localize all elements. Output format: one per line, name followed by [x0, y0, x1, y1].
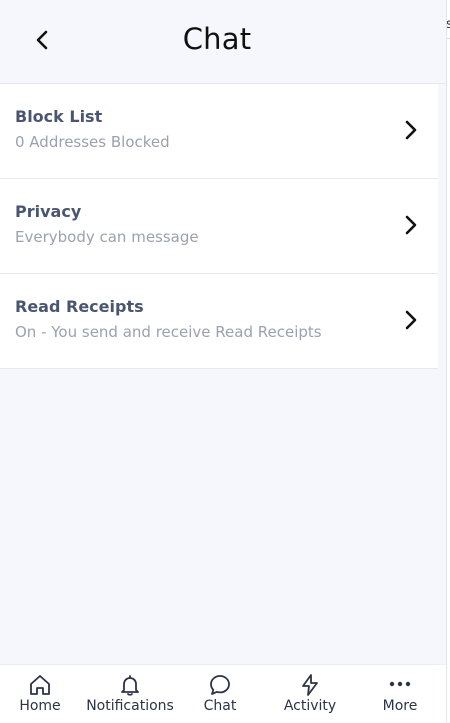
- adjacent-panel-text: s: [447, 17, 450, 32]
- header-bar: Chat: [0, 0, 446, 84]
- nav-chat[interactable]: Chat: [175, 665, 265, 723]
- more-dots-icon: [389, 681, 411, 687]
- read-receipts-subtitle: On - You send and receive Read Receipts: [15, 323, 322, 341]
- lightning-icon: [302, 674, 318, 696]
- nav-more-label: More: [382, 698, 418, 714]
- bottom-navigation: Home Notifications Chat Activity More: [0, 664, 446, 723]
- read-receipts-title: Read Receipts: [15, 297, 144, 316]
- nav-activity[interactable]: Activity: [265, 665, 355, 723]
- chevron-right-icon: [405, 215, 417, 235]
- chevron-right-icon: [405, 310, 417, 330]
- privacy-subtitle: Everybody can message: [15, 228, 199, 246]
- read-receipts-row[interactable]: Read Receipts On - You send and receive …: [0, 274, 438, 369]
- privacy-row[interactable]: Privacy Everybody can message: [0, 179, 438, 274]
- settings-list: Block List 0 Addresses Blocked Privacy E…: [0, 84, 438, 369]
- block-list-subtitle: 0 Addresses Blocked: [15, 133, 170, 151]
- nav-home-label: Home: [19, 698, 61, 714]
- nav-activity-label: Activity: [283, 698, 337, 714]
- block-list-title: Block List: [15, 107, 103, 126]
- privacy-title: Privacy: [15, 202, 82, 221]
- nav-notifications-label: Notifications: [86, 698, 174, 714]
- nav-notifications[interactable]: Notifications: [85, 665, 175, 723]
- block-list-row[interactable]: Block List 0 Addresses Blocked: [0, 84, 438, 179]
- chat-settings-screen: Chat Block List 0 Addresses Blocked Priv…: [0, 0, 446, 723]
- page-title: Chat: [182, 22, 252, 56]
- home-icon: [30, 675, 50, 695]
- chevron-right-icon: [405, 120, 417, 140]
- adjacent-panel-edge: s: [446, 0, 450, 722]
- nav-more[interactable]: More: [355, 665, 445, 723]
- chat-bubble-icon: [210, 675, 230, 695]
- nav-chat-label: Chat: [203, 698, 237, 714]
- bell-icon: [121, 675, 139, 696]
- nav-home[interactable]: Home: [0, 665, 85, 723]
